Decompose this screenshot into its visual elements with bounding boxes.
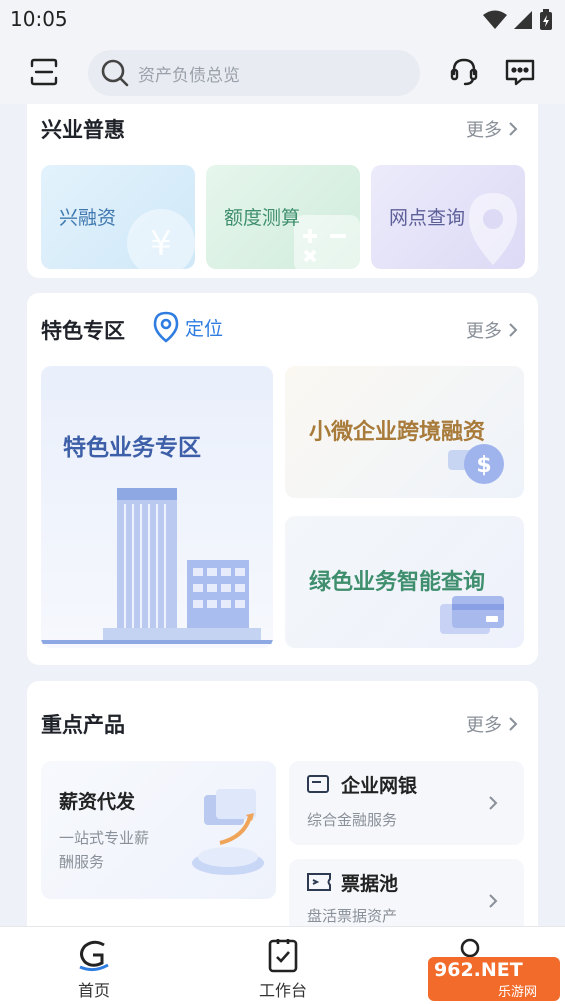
location-pin-icon	[469, 193, 517, 265]
watermark-text: 962.NET	[434, 959, 523, 981]
featured-business-banner[interactable]: 特色业务专区	[41, 366, 273, 648]
cross-border-financing-banner[interactable]: 小微企业跨境融资 $	[285, 366, 524, 498]
salary-service-card[interactable]: 薪资代发 一站式专业薪 酬服务	[41, 761, 276, 899]
salary-illustration	[192, 789, 264, 875]
chevron-right-icon	[509, 122, 518, 136]
wifi-icon	[483, 10, 507, 29]
key-products-section: 重点产品 更多 薪资代发 一站式专业薪 酬服务 企业网银 综合金融服务 票据池 …	[27, 681, 538, 941]
inclusive-finance-section: 兴业普惠 更多 ¥ 兴融资 额度测算 网点查询	[27, 104, 538, 278]
more-label: 更多	[466, 321, 502, 342]
search-placeholder: 资产负债总览	[138, 65, 240, 86]
card-desc: 酬服务	[59, 853, 105, 871]
location-label: 定位	[185, 317, 224, 340]
status-time: 10:05	[10, 7, 68, 31]
banner-title: 绿色业务智能查询	[309, 570, 486, 595]
location-button[interactable]: 定位	[153, 311, 223, 343]
nav-workbench[interactable]: 工作台	[233, 937, 333, 1001]
svg-text:¥: ¥	[150, 224, 172, 264]
search-icon	[101, 59, 129, 87]
nav-label: 工作台	[258, 981, 307, 1000]
more-link[interactable]: 更多	[466, 711, 518, 737]
banner-title: 特色业务专区	[63, 435, 201, 461]
chevron-right-icon	[509, 323, 518, 337]
corporate-ebank-card[interactable]: 企业网银 综合金融服务	[289, 761, 524, 845]
top-header: 资产负债总览	[0, 40, 565, 104]
yuan-icon: ¥	[127, 209, 195, 269]
more-link[interactable]: 更多	[466, 116, 518, 142]
nav-label: 首页	[77, 981, 110, 1000]
chevron-right-icon	[489, 796, 498, 810]
green-business-banner[interactable]: 绿色业务智能查询	[285, 516, 524, 648]
card-icon	[440, 596, 504, 634]
featured-zone-section: 特色专区 定位 更多 特色业务专区 小微企业跨境融资 $ 绿色业务智能查询	[27, 293, 538, 665]
card-title: 薪资代发	[59, 791, 136, 813]
battery-icon	[540, 9, 552, 30]
chevron-right-icon	[489, 894, 498, 908]
card-title: 票据池	[341, 873, 399, 895]
watermark-sub: 乐游网	[498, 985, 538, 1000]
chevron-right-icon	[509, 717, 518, 731]
svg-text:$: $	[476, 453, 491, 478]
computer-icon	[307, 775, 329, 793]
clipboard-check-icon	[268, 939, 298, 973]
card-desc: 综合金融服务	[307, 811, 398, 829]
location-pin-icon	[153, 311, 179, 343]
status-bar: 10:05	[0, 0, 565, 40]
nav-home[interactable]: 首页	[44, 937, 144, 1001]
customer-service-icon[interactable]	[444, 52, 484, 92]
bank-building-illustration	[41, 488, 273, 644]
ticket-icon	[307, 873, 331, 891]
section-title: 特色专区	[41, 319, 125, 343]
calculator-icon	[294, 215, 360, 269]
tile-financing[interactable]: ¥ 兴融资	[41, 165, 195, 269]
bottom-nav: 首页 工作台 我的 962.NET 乐游网	[0, 926, 565, 1004]
card-desc: 一站式专业薪	[59, 829, 150, 847]
scan-icon[interactable]	[24, 52, 64, 92]
home-logo-icon	[79, 940, 109, 972]
dollar-coin-icon: $	[448, 444, 504, 484]
more-label: 更多	[466, 120, 502, 141]
tile-label: 网点查询	[389, 207, 466, 229]
card-title: 企业网银	[341, 775, 418, 797]
more-label: 更多	[466, 715, 502, 736]
tile-label: 兴融资	[59, 207, 117, 229]
section-title: 重点产品	[41, 713, 125, 737]
tile-branch-query[interactable]: 网点查询	[371, 165, 525, 269]
status-icons	[483, 9, 553, 31]
card-desc: 盘活票据资产	[307, 907, 398, 925]
message-icon[interactable]	[500, 52, 540, 92]
section-title: 兴业普惠	[41, 118, 125, 142]
tile-quota-calc[interactable]: 额度测算	[206, 165, 360, 269]
search-input[interactable]: 资产负债总览	[88, 50, 420, 96]
watermark-logo: 962.NET 乐游网	[428, 957, 560, 1001]
tile-label: 额度测算	[224, 207, 301, 229]
signal-icon	[514, 11, 532, 29]
more-link[interactable]: 更多	[466, 317, 518, 343]
